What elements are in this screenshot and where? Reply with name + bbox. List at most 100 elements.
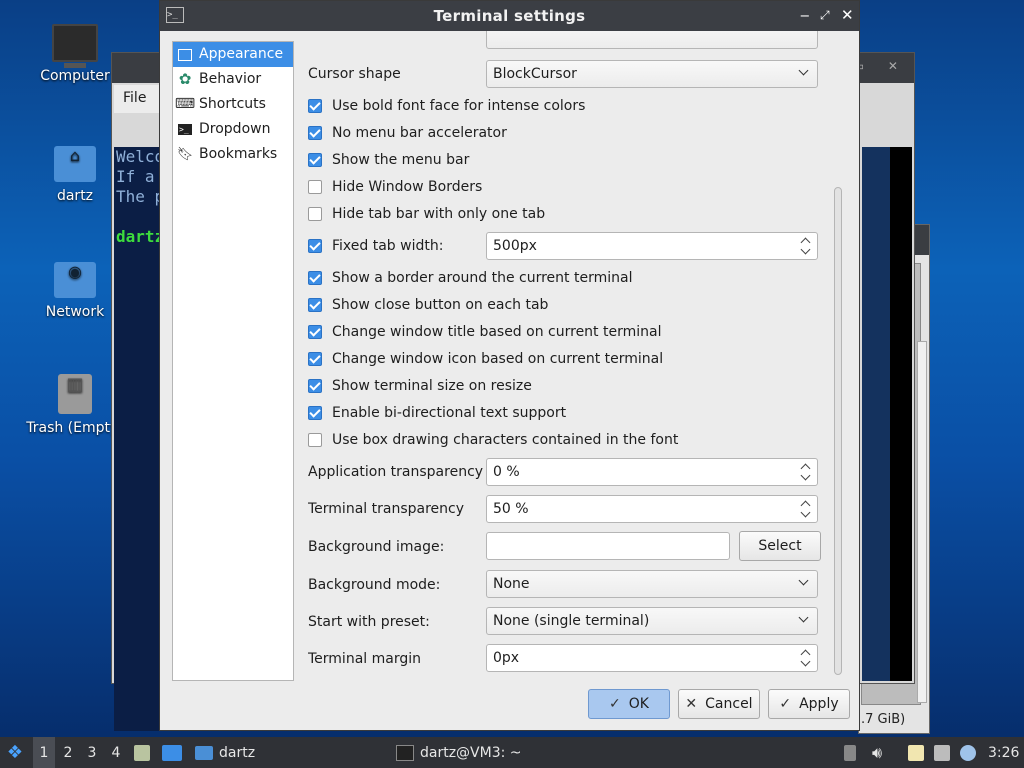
checkbox-show-terminal-size[interactable]: Show terminal size on resize	[308, 372, 532, 400]
terminal-screen[interactable]: Welco If a The p dartz	[114, 147, 162, 731]
menu-file[interactable]: File	[114, 85, 160, 113]
checkbox-show-menu-bar[interactable]: Show the menu bar	[308, 146, 469, 174]
desktop-icon-label: Computer	[40, 68, 110, 84]
checkbox[interactable]	[308, 271, 322, 285]
start-menu-icon[interactable]: ❖	[4, 737, 26, 768]
nav-item-behavior[interactable]: ✿ Behavior	[173, 67, 293, 92]
checkbox-fixed-tab-width[interactable]: Fixed tab width:	[308, 232, 443, 260]
checkbox[interactable]	[308, 153, 322, 167]
show-desktop-icon[interactable]	[162, 737, 182, 768]
cancel-button[interactable]: ✕ Cancel	[678, 689, 760, 719]
workspace-2[interactable]: 2	[57, 737, 79, 768]
fixed-tab-width-spinbox[interactable]: 500px	[486, 232, 818, 260]
spinbox-arrows-icon[interactable]	[799, 461, 813, 483]
dialog-titlebar[interactable]: >_ Terminal settings ‒ ⤢ ✕	[160, 1, 859, 31]
nav-item-dropdown[interactable]: >_ Dropdown	[173, 117, 293, 142]
check-icon: ✓	[779, 696, 792, 712]
chevron-down-icon	[797, 613, 811, 627]
nav-item-label: Dropdown	[199, 121, 271, 137]
appearance-settings: Cursor shape BlockCursor Use bold font f…	[308, 31, 840, 681]
task-label: dartz@VM3: ~	[420, 744, 522, 761]
checkbox-label: Fixed tab width:	[332, 238, 444, 254]
network-icon[interactable]	[934, 737, 950, 768]
checkbox-label: Hide Window Borders	[332, 179, 483, 195]
window-scrollbar[interactable]	[917, 341, 927, 703]
volume-icon[interactable]: 🔊︎	[872, 737, 882, 768]
checkbox-box-drawing[interactable]: Use box drawing characters contained in …	[308, 426, 678, 454]
checkbox[interactable]	[308, 325, 322, 339]
maximize-icon[interactable]: ⤢	[820, 8, 830, 23]
clock[interactable]: 3:26	[988, 737, 1019, 768]
checkbox[interactable]	[308, 207, 322, 221]
workspace-4[interactable]: 4	[105, 737, 127, 768]
margin-row: Terminal margin	[308, 645, 421, 673]
bg-mode-select[interactable]: None	[486, 570, 818, 598]
spinbox-value: 0 %	[493, 464, 520, 480]
file-manager-launcher-icon[interactable]	[134, 737, 150, 768]
checkbox-bidi-text[interactable]: Enable bi-directional text support	[308, 399, 566, 427]
checkbox[interactable]	[308, 352, 322, 366]
select-image-button[interactable]: Select	[739, 531, 821, 561]
x-icon: ✕	[685, 696, 698, 712]
ok-button[interactable]: ✓ OK	[588, 689, 670, 719]
terminal-settings-dialog[interactable]: >_ Terminal settings ‒ ⤢ ✕ Appearance ✿ …	[159, 0, 860, 731]
nav-item-shortcuts[interactable]: ⌨ Shortcuts	[173, 92, 293, 117]
window-controls[interactable]: ▭ ✕	[853, 59, 908, 73]
checkbox[interactable]	[308, 433, 322, 447]
clipboard-icon[interactable]	[908, 737, 924, 768]
close-icon[interactable]: ✕	[841, 6, 854, 24]
checkbox-change-window-title[interactable]: Change window title based on current ter…	[308, 318, 661, 346]
checkbox[interactable]	[308, 180, 322, 194]
spinbox-arrows-icon[interactable]	[799, 235, 813, 257]
task-label: dartz	[219, 744, 256, 761]
workspace-3[interactable]: 3	[81, 737, 103, 768]
desktop-icon-label: dartz	[56, 188, 94, 204]
network-folder-icon: ◉	[54, 262, 96, 298]
checkbox-bold-font[interactable]: Use bold font face for intense colors	[308, 92, 585, 120]
checkbox-change-window-icon[interactable]: Change window icon based on current term…	[308, 345, 663, 373]
margin-label: Terminal margin	[308, 651, 421, 667]
button-label: OK	[628, 696, 649, 712]
workspace-1[interactable]: 1	[33, 737, 55, 768]
dialog-title: Terminal settings	[433, 7, 586, 25]
terminal-icon	[396, 744, 414, 761]
nav-item-label: Shortcuts	[199, 96, 266, 112]
nav-item-appearance[interactable]: Appearance	[173, 42, 293, 67]
app-transparency-spinbox[interactable]: 0 %	[486, 458, 818, 486]
spinbox-arrows-icon[interactable]	[799, 498, 813, 520]
bg-image-input[interactable]	[486, 532, 730, 560]
bg-mode-row: Background mode:	[308, 571, 440, 599]
checkbox-hide-window-borders[interactable]: Hide Window Borders	[308, 173, 482, 201]
checkbox[interactable]	[308, 99, 322, 113]
checkbox-border-current-terminal[interactable]: Show a border around the current termina…	[308, 264, 632, 292]
settings-nav[interactable]: Appearance ✿ Behavior ⌨ Shortcuts >_ Dro…	[172, 41, 294, 681]
task-terminal[interactable]: dartz@VM3: ~	[396, 737, 522, 768]
checkbox-hide-tab-bar[interactable]: Hide tab bar with only one tab	[308, 200, 545, 228]
settings-scrollbar[interactable]	[834, 187, 842, 675]
checkbox[interactable]	[308, 239, 322, 253]
scrolled-combo[interactable]	[486, 31, 818, 49]
chevron-down-icon	[797, 576, 811, 590]
bg-mode-value: None	[493, 576, 530, 592]
checkbox-label: Use box drawing characters contained in …	[332, 432, 679, 448]
checkbox[interactable]	[308, 379, 322, 393]
spinbox-arrows-icon[interactable]	[799, 647, 813, 669]
cursor-shape-select[interactable]: BlockCursor	[486, 60, 818, 88]
apply-button[interactable]: ✓ Apply	[768, 689, 850, 719]
nav-item-bookmarks[interactable]: 🔖︎ Bookmarks	[173, 142, 293, 167]
notification-icon[interactable]	[960, 737, 976, 768]
terminal-margin-spinbox[interactable]: 0px	[486, 644, 818, 672]
checkbox[interactable]	[308, 126, 322, 140]
tray-battery-icon[interactable]	[844, 737, 856, 768]
checkbox-no-menu-accelerator[interactable]: No menu bar accelerator	[308, 119, 507, 147]
term-transparency-spinbox[interactable]: 50 %	[486, 495, 818, 523]
disk-size-text: .7 GiB)	[861, 712, 906, 727]
task-dartz-folder[interactable]: dartz	[195, 737, 255, 768]
checkbox[interactable]	[308, 406, 322, 420]
preset-select[interactable]: None (single terminal)	[486, 607, 818, 635]
checkbox-close-button-tab[interactable]: Show close button on each tab	[308, 291, 548, 319]
checkbox[interactable]	[308, 298, 322, 312]
bg-image-label: Background image:	[308, 539, 445, 555]
button-label: Cancel	[705, 696, 753, 712]
minimize-icon[interactable]: ‒	[800, 6, 810, 24]
